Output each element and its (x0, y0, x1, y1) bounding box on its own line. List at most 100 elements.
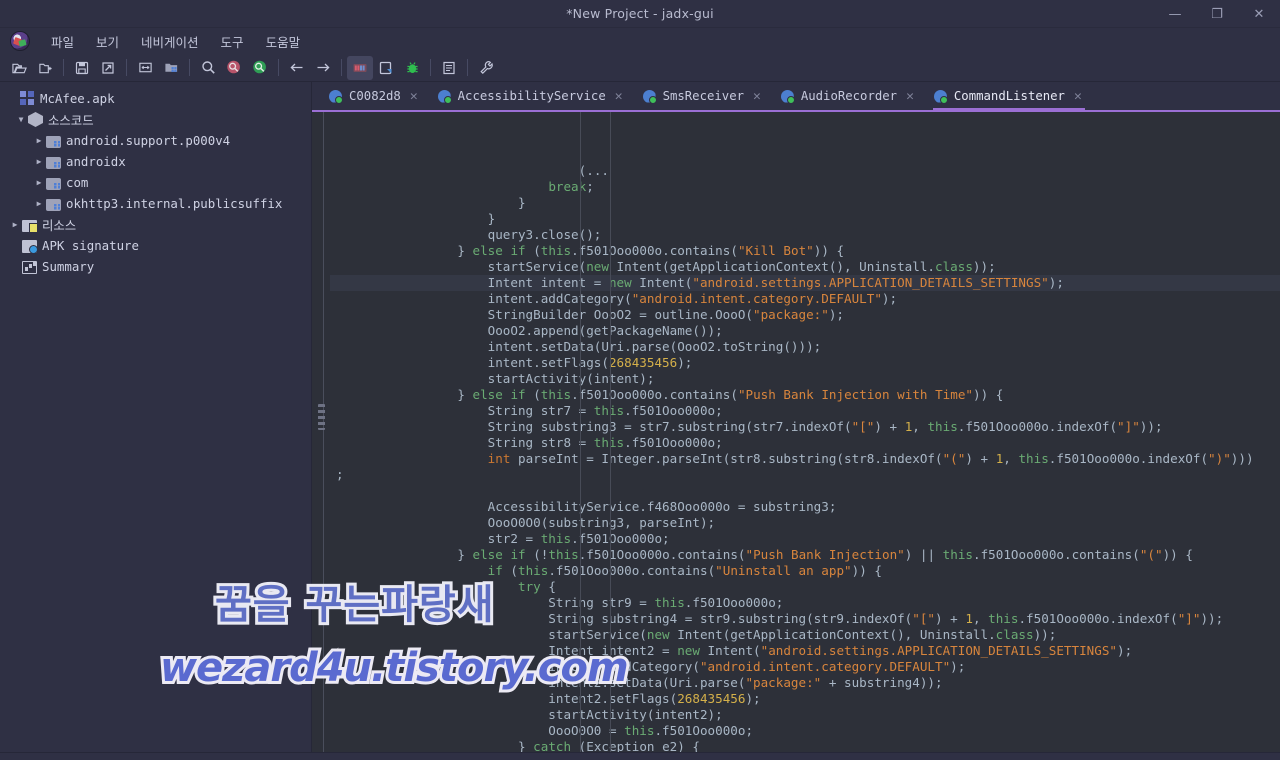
tab-commandlistener[interactable]: CommandListener ✕ (925, 82, 1093, 110)
code-editor[interactable]: (... break; } } query3.close(); } else i… (312, 110, 1280, 752)
tree-item-okhttp3[interactable]: ▶ okhttp3.internal.publicsuffix (0, 193, 311, 214)
code-line: int parseInt = Integer.parseInt(str8.sub… (487, 451, 1254, 466)
code-line: startService(new Intent(getApplicationCo… (336, 627, 1057, 642)
summary-icon (22, 260, 37, 274)
code-content[interactable]: (... break; } } query3.close(); } else i… (330, 112, 1280, 752)
tab-close-icon[interactable]: ✕ (904, 90, 916, 103)
text-search-icon[interactable] (221, 56, 247, 80)
code-line: intent.addCategory("android.intent.categ… (336, 291, 898, 306)
tree-item-label: android.support.p000v4 (66, 133, 231, 148)
sync-icon[interactable] (132, 56, 158, 80)
tab-label: C0082d8 (349, 89, 401, 103)
close-icon[interactable]: ✕ (1238, 0, 1280, 28)
code-line: intent2.setData(Uri.parse("package:" + s… (336, 675, 943, 690)
flat-packages-icon[interactable] (158, 56, 184, 80)
tree-item-android-support[interactable]: ▶ android.support.p000v4 (0, 130, 311, 151)
add-files-icon[interactable] (32, 56, 58, 80)
tree-item-androidx[interactable]: ▶ androidx (0, 151, 311, 172)
code-line: OooO2.append(getPackageName()); (336, 323, 723, 338)
save-all-icon[interactable] (69, 56, 95, 80)
expand-arrow-icon[interactable]: ▶ (32, 157, 46, 166)
tab-audiorecorder[interactable]: AudioRecorder ✕ (772, 82, 925, 110)
toolbar-separator (63, 59, 64, 76)
back-icon[interactable] (284, 56, 310, 80)
tree-item-label: APK signature (42, 238, 139, 253)
menu-item-navigation[interactable]: 네비게이션 (130, 29, 210, 54)
class-icon (329, 90, 343, 104)
tree-item-label: 리소스 (42, 217, 77, 233)
expand-arrow-icon[interactable]: ▶ (32, 136, 46, 145)
tree-item-summary[interactable]: Summary (0, 256, 311, 277)
class-search-icon[interactable] (247, 56, 273, 80)
code-line: String substring3 = str7.substring(str7.… (336, 419, 1163, 434)
class-icon (934, 90, 948, 104)
class-icon (438, 90, 452, 104)
project-tree[interactable]: McAfee.apk ▼ 소스코드 ▶ android.support.p000… (0, 82, 312, 752)
code-line: OooO0O0(substring3, parseInt); (336, 515, 716, 530)
search-icon[interactable] (195, 56, 221, 80)
open-file-icon[interactable] (6, 56, 32, 80)
deobfuscation-icon[interactable] (347, 55, 373, 80)
menu-item-view[interactable]: 보기 (85, 29, 130, 54)
fold-handle[interactable] (318, 404, 325, 430)
code-line: try { (517, 579, 556, 594)
code-line: intent2.addCategory("android.intent.cate… (336, 659, 966, 674)
menu-item-file[interactable]: 파일 (40, 29, 85, 54)
code-line: ; (336, 467, 344, 482)
class-icon (643, 90, 657, 104)
toolbar-separator (126, 59, 127, 76)
code-line: StringBuilder OooO2 = outline.OooO("pack… (336, 307, 845, 322)
export-gradle-icon[interactable] (95, 56, 121, 80)
code-gutter (312, 112, 330, 752)
resources-icon (22, 219, 37, 232)
code-line: OooO0O0 = this.f501Ooo000o; (336, 723, 754, 738)
code-line: intent.setFlags(268435456); (336, 355, 693, 370)
package-icon (46, 156, 61, 169)
tab-c0082d8[interactable]: C0082d8 ✕ (320, 82, 429, 110)
decompile-icon[interactable] (373, 56, 399, 80)
menu-item-help[interactable]: 도움말 (255, 29, 312, 54)
tab-label: SmsReceiver (662, 89, 744, 103)
code-line: } (336, 211, 496, 226)
package-icon (46, 177, 61, 190)
tree-item-source-code[interactable]: ▼ 소스코드 (0, 109, 311, 130)
tab-accessibilityservice[interactable]: AccessibilityService ✕ (429, 82, 634, 110)
code-line: startActivity(intent); (336, 371, 655, 386)
code-line: str2 = this.f501Ooo000o; (336, 531, 670, 546)
fold-guide-line (323, 112, 324, 752)
log-viewer-icon[interactable] (436, 56, 462, 80)
code-line: String str8 = this.f501Ooo000o; (336, 435, 723, 450)
expand-arrow-icon[interactable]: ▼ (14, 115, 28, 124)
menu-item-tools[interactable]: 도구 (210, 29, 255, 54)
tab-close-icon[interactable]: ✕ (408, 90, 420, 103)
tree-item-apk-signature[interactable]: APK signature (0, 235, 311, 256)
tab-close-icon[interactable]: ✕ (751, 90, 763, 103)
tree-item-apk[interactable]: McAfee.apk (0, 88, 311, 109)
preferences-icon[interactable] (473, 56, 499, 80)
code-line: intent.setData(Uri.parse(OooO2.toString(… (336, 339, 822, 354)
package-icon (46, 198, 61, 211)
tab-close-icon[interactable]: ✕ (1072, 90, 1084, 103)
tree-item-com[interactable]: ▶ com (0, 172, 311, 193)
code-line: intent2.setFlags(268435456); (336, 691, 761, 706)
tab-label: CommandListener (953, 89, 1065, 103)
maximize-icon[interactable]: ❐ (1196, 0, 1238, 28)
tab-close-icon[interactable]: ✕ (613, 90, 625, 103)
tree-item-label: McAfee.apk (40, 91, 115, 106)
window-title: *New Project - jadx-gui (566, 6, 714, 21)
expand-arrow-icon[interactable]: ▶ (32, 199, 46, 208)
minimize-icon[interactable]: — (1154, 0, 1196, 28)
issue-status-bar: 이슈: ! 오류 102개 경고 2896개 코드 Smali (0, 752, 1280, 760)
code-line: AccessibilityService.f468Ooo000o = subst… (336, 499, 837, 514)
expand-arrow-icon[interactable]: ▶ (32, 178, 46, 187)
editor-panel: C0082d8 ✕ AccessibilityService ✕ SmsRece… (312, 82, 1280, 752)
debugger-icon[interactable] (399, 56, 425, 80)
expand-arrow-icon[interactable]: ▶ (8, 220, 22, 229)
forward-icon[interactable] (310, 56, 336, 80)
tree-item-resources[interactable]: ▶ 리소스 (0, 214, 311, 235)
code-line: } (336, 195, 526, 210)
main-area: McAfee.apk ▼ 소스코드 ▶ android.support.p000… (0, 82, 1280, 752)
code-line: } else if (this.f501Ooo000o.contains("Ki… (457, 243, 845, 258)
tab-smsreceiver[interactable]: SmsReceiver ✕ (634, 82, 772, 110)
